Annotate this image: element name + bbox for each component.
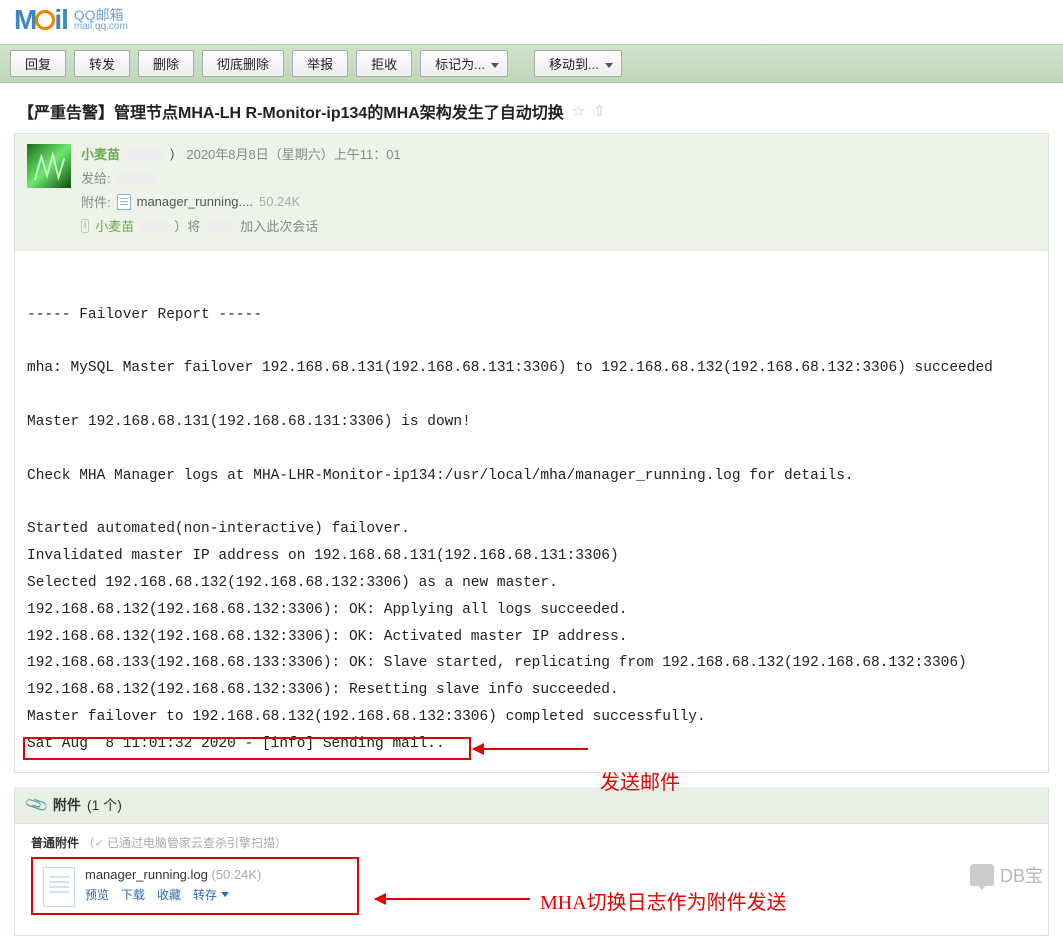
preview-link[interactable]: 预览 <box>85 886 109 903</box>
download-link[interactable]: 下载 <box>121 886 145 903</box>
mail-subject: 【严重告警】管理节点MHA-LH R-Monitor-ip134的MHA架构发生… <box>18 99 564 123</box>
forward-button[interactable]: 转发 <box>74 50 130 77</box>
reject-button[interactable]: 拒收 <box>356 50 412 77</box>
body-line: Selected 192.168.68.132(192.168.68.132:3… <box>27 570 1036 597</box>
attachment-filesize: (50.24K) <box>212 867 262 882</box>
attachment-label: 附件: <box>81 192 111 211</box>
to-label: 发给: <box>81 168 111 187</box>
body-line: Invalidated master IP address on 192.168… <box>27 543 1036 570</box>
mark-as-dropdown[interactable]: 标记为... <box>420 50 508 77</box>
wechat-icon <box>970 864 994 886</box>
body-line: mha: MySQL Master failover 192.168.68.13… <box>27 355 1036 382</box>
attachment-name[interactable]: manager_running.... <box>137 194 253 209</box>
body-line: 192.168.68.132(192.168.68.132:3306): OK:… <box>27 597 1036 624</box>
added-user-redacted <box>206 219 234 233</box>
body-line: Started automated(non-interactive) failo… <box>27 516 1036 543</box>
subject-row: 【严重告警】管理节点MHA-LH R-Monitor-ip134的MHA架构发生… <box>0 83 1063 133</box>
body-line <box>27 382 1036 409</box>
body-line <box>27 490 1036 517</box>
sender-name[interactable]: 小麦苗 <box>81 144 120 163</box>
logo-icon: Mil <box>14 4 68 36</box>
favorite-link[interactable]: 收藏 <box>157 886 181 903</box>
body-line: Sat Aug 8 11:01:32 2020 - [info] Sending… <box>27 731 1036 758</box>
body-line: 192.168.68.132(192.168.68.132:3306): Res… <box>27 677 1036 704</box>
attachments-header: 📎 附件(1 个) <box>15 787 1048 824</box>
thread-participant[interactable]: 小麦苗 <box>95 216 134 235</box>
mail-header: 小麦苗 ) 2020年8月8日（星期六）上午11：01 发给: 附件: mana… <box>15 134 1048 251</box>
toolbar: 回复 转发 删除 彻底删除 举报 拒收 标记为... 移动到... <box>0 44 1063 83</box>
logo-text: QQ邮箱 mail.qq.com <box>74 8 128 32</box>
star-icon[interactable]: ☆ <box>572 102 585 120</box>
mail-body: ----- Failover Report ----- mha: MySQL M… <box>15 251 1048 772</box>
file-icon <box>117 194 131 210</box>
transfer-dropdown[interactable]: 转存 <box>193 886 229 903</box>
sent-date: 2020年8月8日（星期六）上午11：01 <box>186 144 400 163</box>
annotation-arrow-2 <box>375 898 530 900</box>
logo-bar: Mil QQ邮箱 mail.qq.com <box>0 0 1063 44</box>
attachment-filename: manager_running.log <box>85 867 208 882</box>
attachment-subtitle: 普通附件 （✔ 已通过电脑管家云查杀引擎扫描） <box>31 834 1032 851</box>
body-line <box>27 275 1036 302</box>
document-icon <box>43 867 75 907</box>
info-badge-icon: i <box>81 219 89 233</box>
body-line <box>27 436 1036 463</box>
participant-id-redacted <box>140 219 168 233</box>
body-line: ----- Failover Report ----- <box>27 302 1036 329</box>
annotation-arrow-1 <box>473 748 588 750</box>
recipient-redacted <box>117 171 155 185</box>
attachments-section: 📎 附件(1 个) 普通附件 （✔ 已通过电脑管家云查杀引擎扫描） manage… <box>14 787 1049 936</box>
attachment-size: 50.24K <box>259 194 300 209</box>
body-line: Check MHA Manager logs at MHA-LHR-Monito… <box>27 463 1036 490</box>
delete-button[interactable]: 删除 <box>138 50 194 77</box>
collapse-icon[interactable]: ⇧ <box>593 102 606 120</box>
annotation-text-2: MHA切换日志作为附件发送 <box>540 886 787 915</box>
watermark: DB宝 <box>970 862 1043 888</box>
attachment-item: manager_running.log (50.24K) 预览 下载 收藏 转存 <box>31 857 359 915</box>
sender-id-redacted <box>126 147 164 161</box>
body-line: Master failover to 192.168.68.132(192.16… <box>27 704 1036 731</box>
reply-button[interactable]: 回复 <box>10 50 66 77</box>
body-line: 192.168.68.132(192.168.68.132:3306): OK:… <box>27 624 1036 651</box>
mail-panel: 小麦苗 ) 2020年8月8日（星期六）上午11：01 发给: 附件: mana… <box>14 133 1049 773</box>
move-to-dropdown[interactable]: 移动到... <box>534 50 622 77</box>
body-line: Master 192.168.68.131(192.168.68.131:330… <box>27 409 1036 436</box>
shield-check-icon: ✔ <box>94 838 103 850</box>
avatar[interactable] <box>27 144 71 188</box>
report-spam-button[interactable]: 举报 <box>292 50 348 77</box>
annotation-text-1: 发送邮件 <box>600 765 680 802</box>
body-line <box>27 329 1036 356</box>
paperclip-icon: 📎 <box>23 791 50 818</box>
body-line: 192.168.68.133(192.168.68.133:3306): OK:… <box>27 650 1036 677</box>
delete-permanent-button[interactable]: 彻底删除 <box>202 50 284 77</box>
